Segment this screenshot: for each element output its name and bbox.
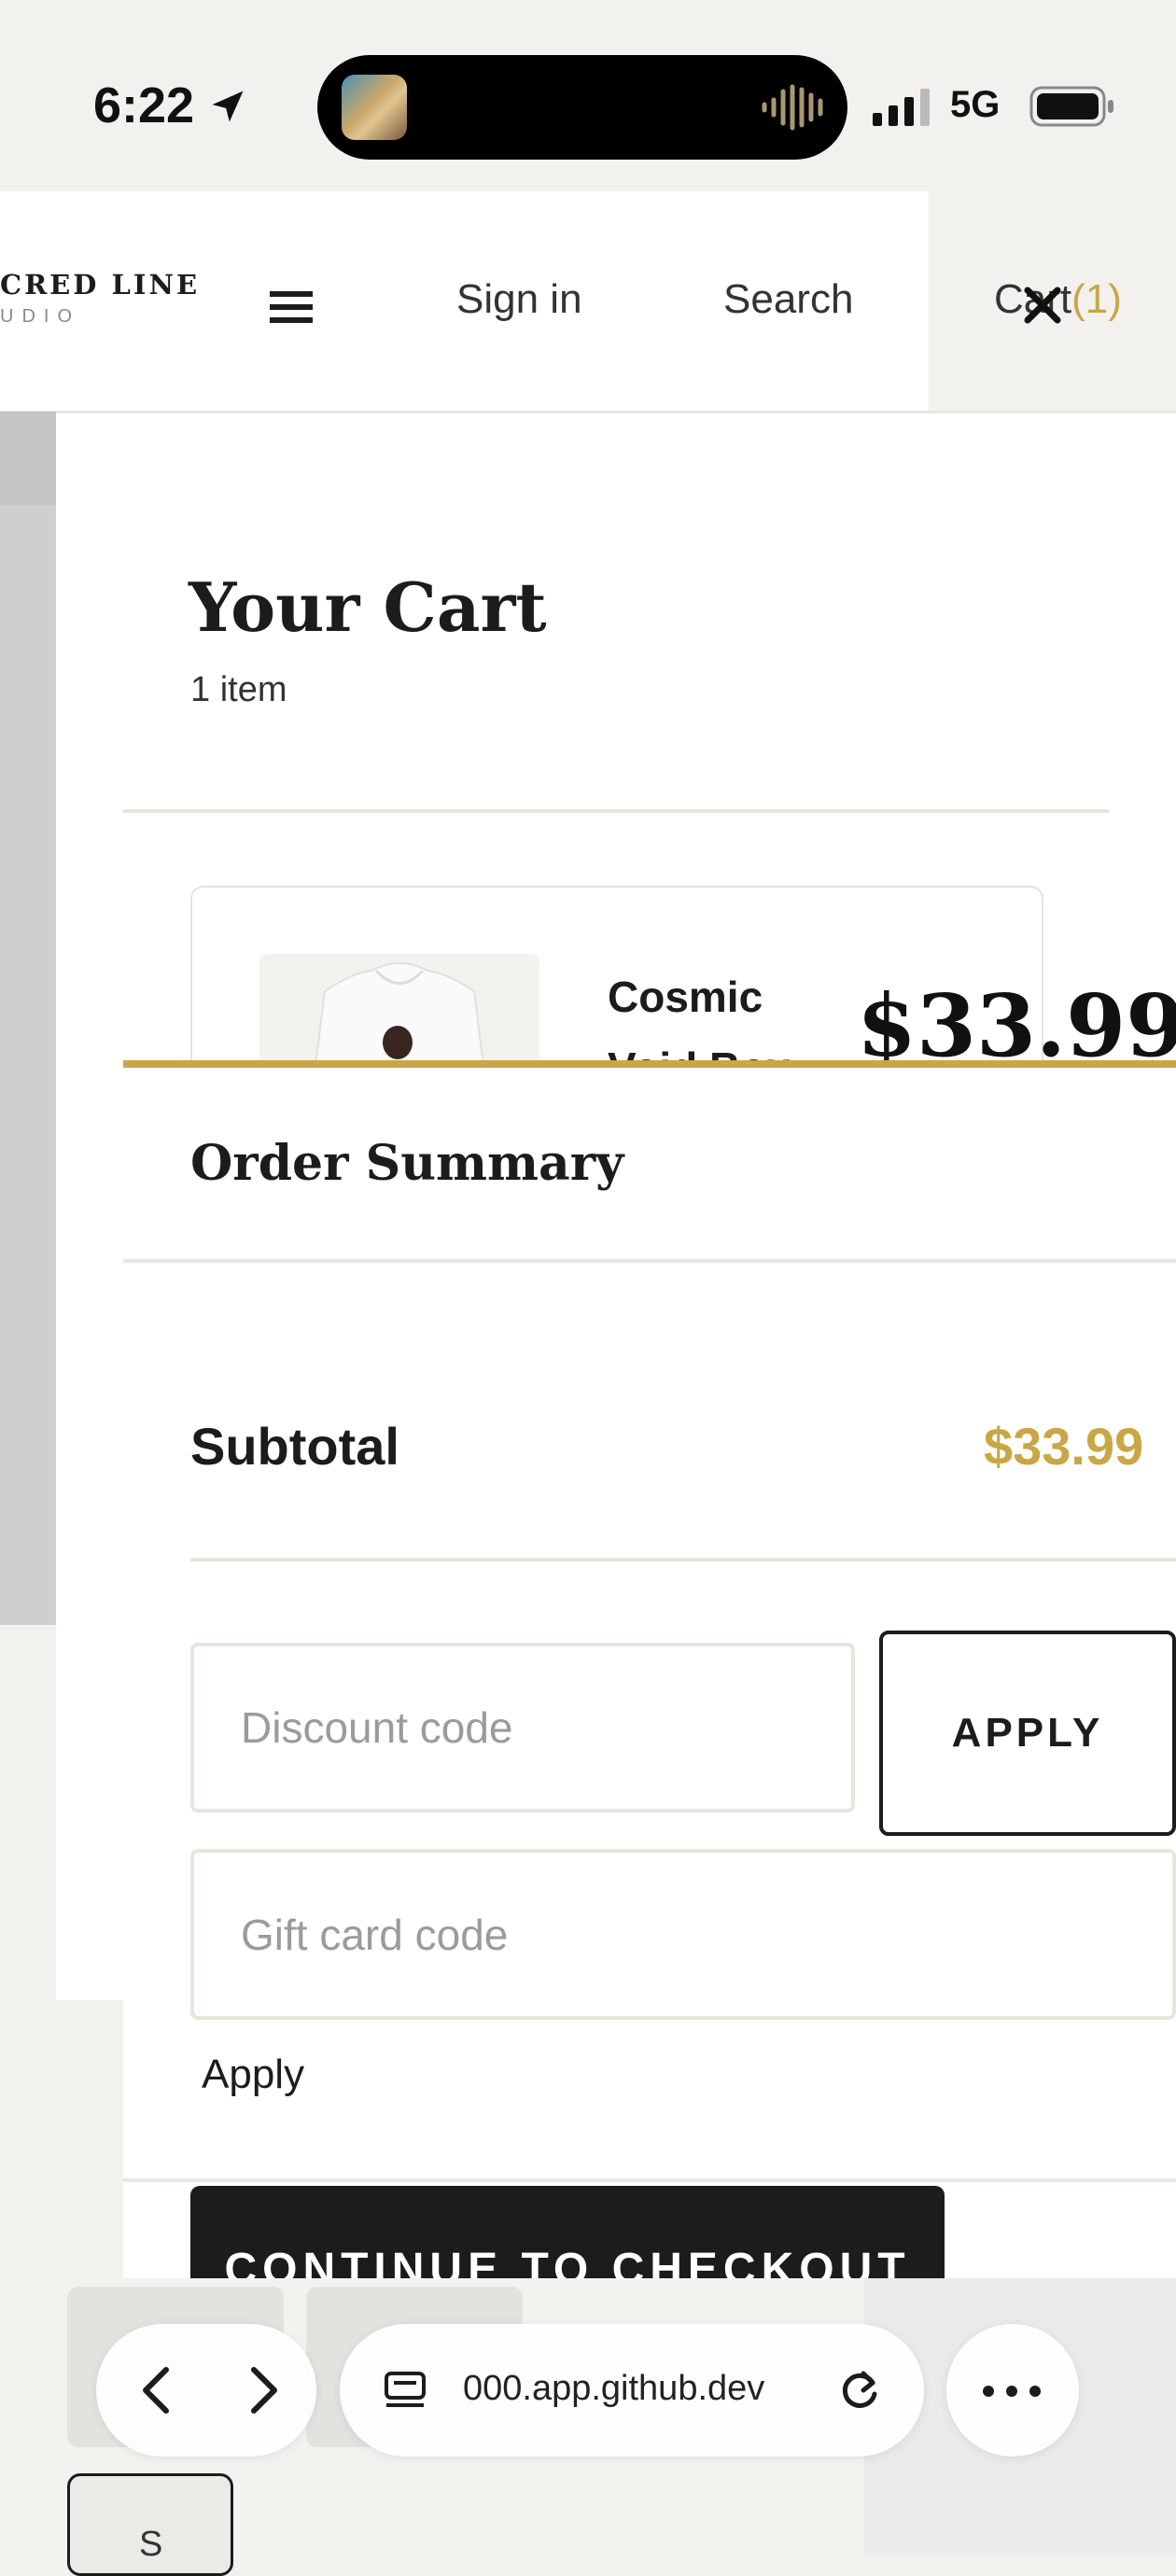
cart-item-count: 1 item	[190, 670, 287, 709]
site-logo-tagline: UDIO	[0, 306, 80, 327]
page-menu-icon[interactable]	[383, 2368, 427, 2413]
order-summary-title: Order Summary	[190, 1135, 624, 1192]
back-arrow-icon[interactable]	[121, 2357, 191, 2424]
cart-title: Your Cart	[189, 567, 547, 647]
page-overlay[interactable]	[0, 412, 56, 1625]
now-playing-artwork[interactable]	[342, 75, 407, 140]
subtotal-value: $33.99	[984, 1417, 1144, 1476]
close-cart-icon[interactable]	[1022, 285, 1063, 326]
nav-search-link[interactable]: Search	[723, 276, 853, 323]
audio-waveform-icon	[762, 84, 823, 131]
battery-icon	[1029, 86, 1113, 127]
network-type-label: 5G	[950, 84, 1001, 125]
page-overlay-strip	[0, 412, 56, 505]
address-bar-url[interactable]: 000.app.github.dev	[463, 2369, 764, 2409]
subtotal-label: Subtotal	[190, 1417, 399, 1476]
discount-code-input[interactable]	[190, 1643, 855, 1813]
nav-sign-in-link[interactable]: Sign in	[456, 276, 582, 323]
apply-discount-button[interactable]: APPLY	[879, 1631, 1176, 1836]
cart-count-badge: (1)	[1071, 276, 1122, 322]
tab-strip-item[interactable]: S	[67, 2473, 233, 2576]
site-logo-name[interactable]: CRED LINE	[0, 269, 200, 301]
cellular-signal-icon	[873, 89, 930, 126]
tab-strip-label: S	[139, 2525, 163, 2564]
reload-icon[interactable]	[835, 2366, 884, 2415]
more-dots-icon[interactable]	[982, 2385, 1042, 2398]
apply-gift-card-link[interactable]: Apply	[202, 2051, 304, 2098]
hoodie-image	[314, 962, 485, 1066]
location-arrow-icon	[212, 91, 244, 122]
status-time: 6:22	[93, 77, 195, 133]
forward-arrow-icon[interactable]	[229, 2357, 299, 2424]
summary-divider-bottom	[123, 2178, 1176, 2182]
hamburger-menu-icon[interactable]	[270, 289, 313, 325]
summary-divider	[123, 1259, 1176, 1263]
gift-card-input[interactable]	[190, 1849, 1176, 2020]
cart-divider	[123, 809, 1109, 813]
subtotal-divider	[190, 1558, 1176, 1561]
cart-item-image[interactable]	[259, 954, 539, 1066]
